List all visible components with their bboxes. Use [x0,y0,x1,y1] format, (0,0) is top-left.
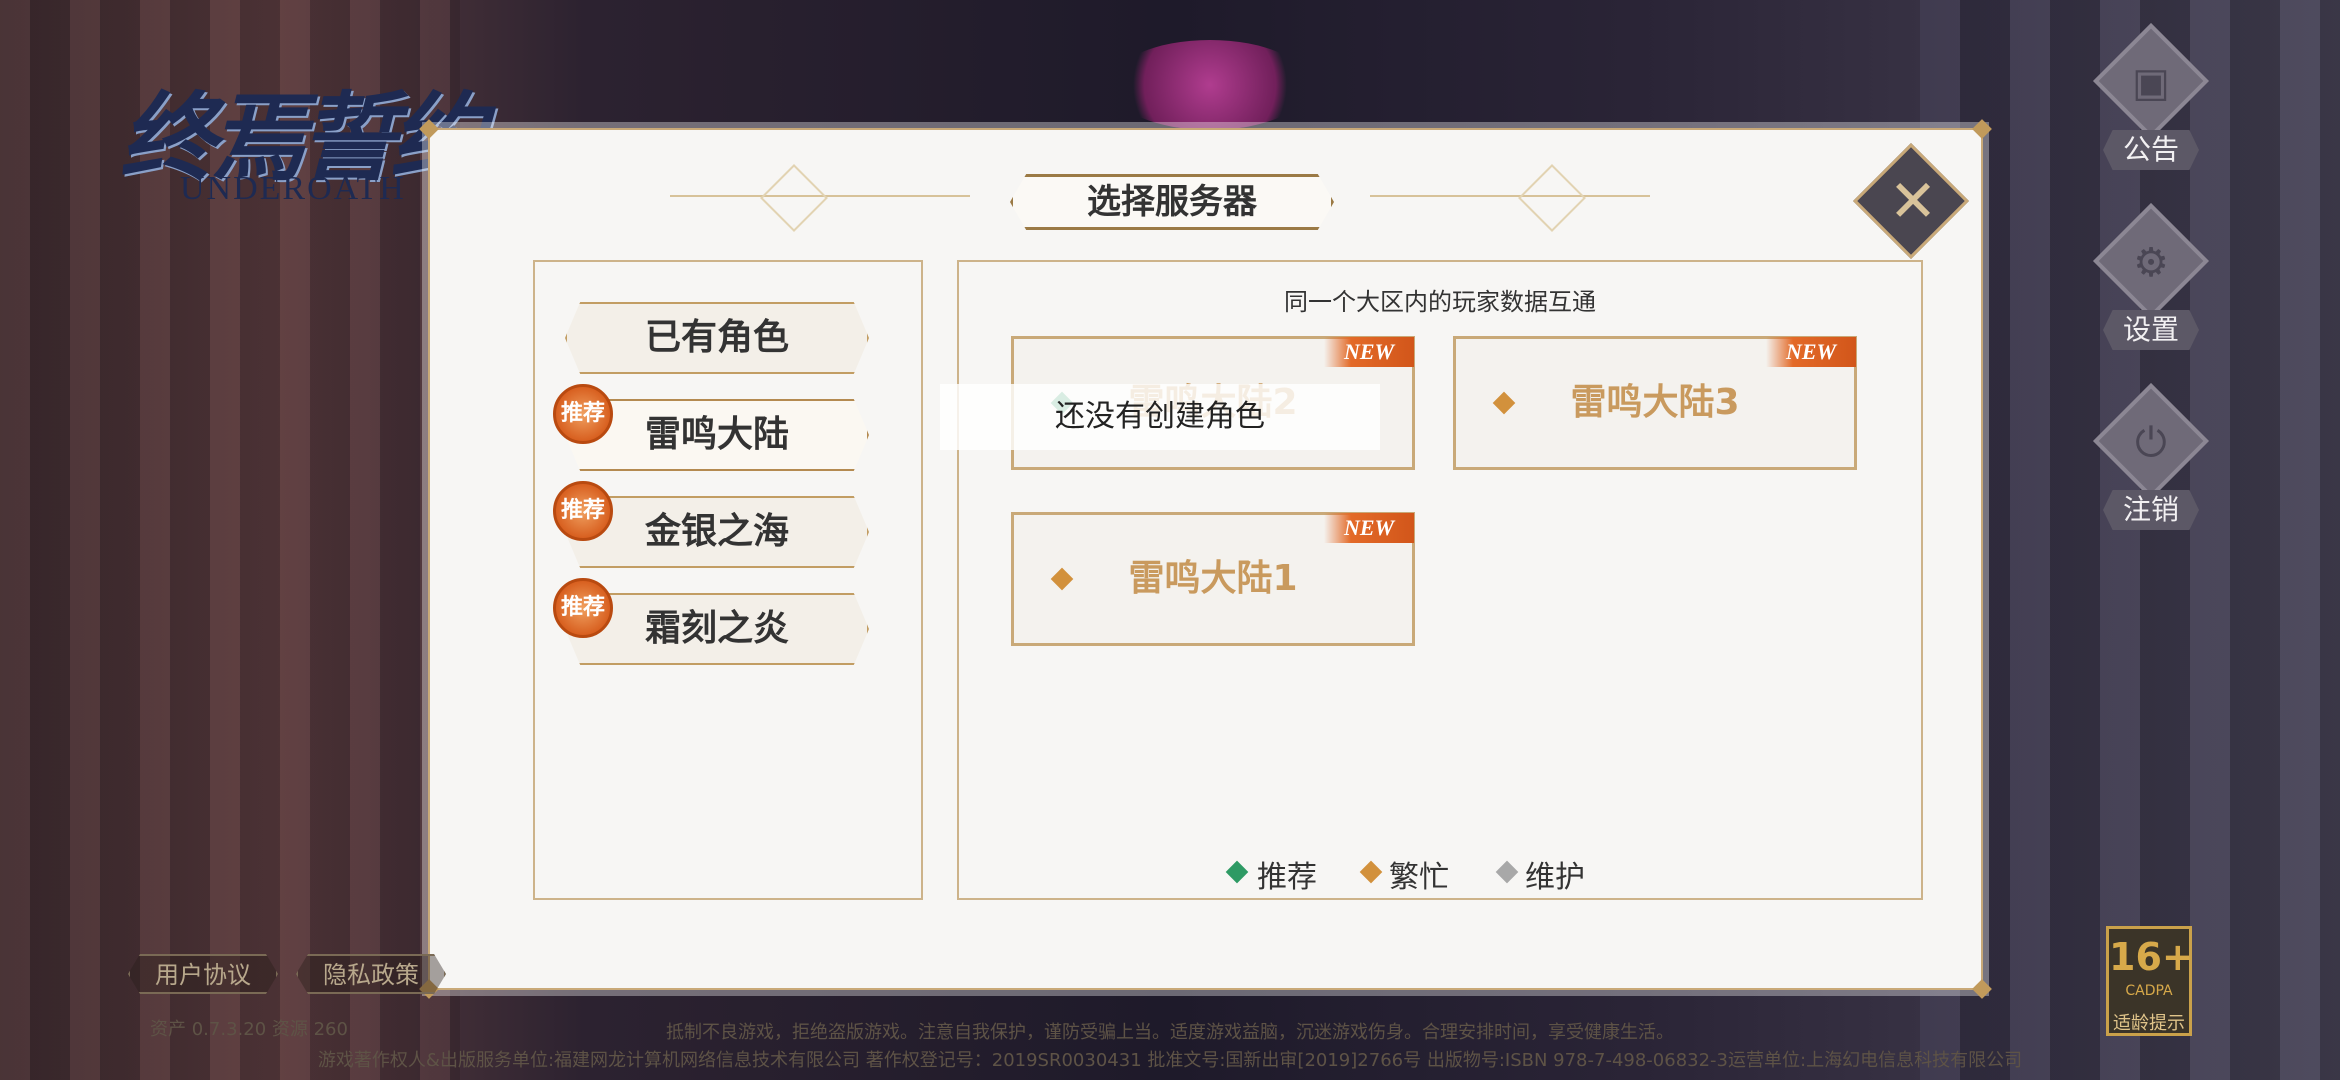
notice-button-label: 公告 [2103,130,2199,170]
region-tab-label: 雷鸣大陆 [644,414,789,455]
title-divider-right [1370,195,1650,197]
recommended-badge: 推荐 [553,578,613,638]
settings-button[interactable]: ⚙ 设置 [2085,203,2215,360]
gear-icon: ⚙ [2133,240,2169,286]
server-card[interactable]: 雷鸣大陆3 NEW [1453,336,1857,470]
region-tab-label: 已有角色 [644,317,789,358]
server-list-panel: 同一个大区内的玩家数据互通 雷鸣大陆2 NEW 雷鸣大陆3 NEW 雷鸣大陆1 … [957,260,1923,900]
close-icon[interactable]: ✕ [1875,160,1951,242]
copyright-info: 游戏著作权人&出版服务单位:福建网龙计算机网络信息技术有限公司 著作权登记号：2… [317,1050,2023,1071]
recommended-status-icon [1225,860,1249,884]
age-rating-label: 适龄提示 [2113,1013,2185,1034]
maintenance-status-icon [1495,860,1519,884]
region-list-panel: 已有角色 雷鸣大陆 推荐 金银之海 推荐 霜刻之炎 推荐 [533,260,923,900]
new-tag: NEW [1324,337,1414,367]
settings-button-label: 设置 [2103,310,2199,350]
age-rating-badge[interactable]: 16+ CADPA 适龄提示 [2106,926,2194,1036]
user-agreement-link[interactable]: 用户协议 [128,954,278,994]
logout-button[interactable]: ⏻ 注销 [2085,383,2215,540]
dialog-title: 选择服务器 [1010,174,1334,230]
legend-busy: 繁忙 [1389,860,1449,895]
no-role-tooltip: 还没有创建角色 [940,384,1380,450]
privacy-policy-link[interactable]: 隐私政策 [296,954,446,994]
region-tab-label: 霜刻之炎 [644,608,789,649]
logo-english: UNDEROATH [180,170,406,207]
logout-button-label: 注销 [2103,490,2199,530]
dialog-title-banner: 选择服务器 [992,174,1352,230]
new-tag: NEW [1766,337,1856,367]
region-tab-label: 金银之海 [644,511,789,552]
legend-recommended: 推荐 [1257,860,1317,895]
notice-button[interactable]: ▣ 公告 [2085,23,2215,180]
server-card[interactable]: 雷鸣大陆1 NEW [1011,512,1415,646]
title-diamond-ornament [760,164,828,232]
data-interop-notice: 同一个大区内的玩家数据互通 [1284,288,1596,316]
age-rating: 16+ [2109,935,2194,979]
age-rating-org: CADPA [2125,983,2173,999]
new-tag: NEW [1324,513,1414,543]
recommended-badge: 推荐 [553,384,613,444]
status-legend: 推荐 繁忙 维护 [1199,852,1699,896]
health-notice: 抵制不良游戏，拒绝盗版游戏。注意自我保护，谨防受骗上当。适度游戏益脑，沉迷游戏伤… [666,1022,1674,1043]
notice-board-icon: ▣ [2132,60,2170,106]
busy-status-icon [1359,860,1383,884]
title-diamond-ornament [1518,164,1586,232]
recommended-badge: 推荐 [553,481,613,541]
server-select-dialog: 选择服务器 ✕ 已有角色 雷鸣大陆 推荐 金银之海 推荐 霜刻之炎 推荐 同一个… [419,119,1992,999]
power-icon: ⏻ [2135,420,2167,466]
region-tab-existing-roles[interactable]: 已有角色 [565,302,869,374]
background-lamp [1110,40,1310,130]
legend-maintenance: 维护 [1525,860,1585,895]
